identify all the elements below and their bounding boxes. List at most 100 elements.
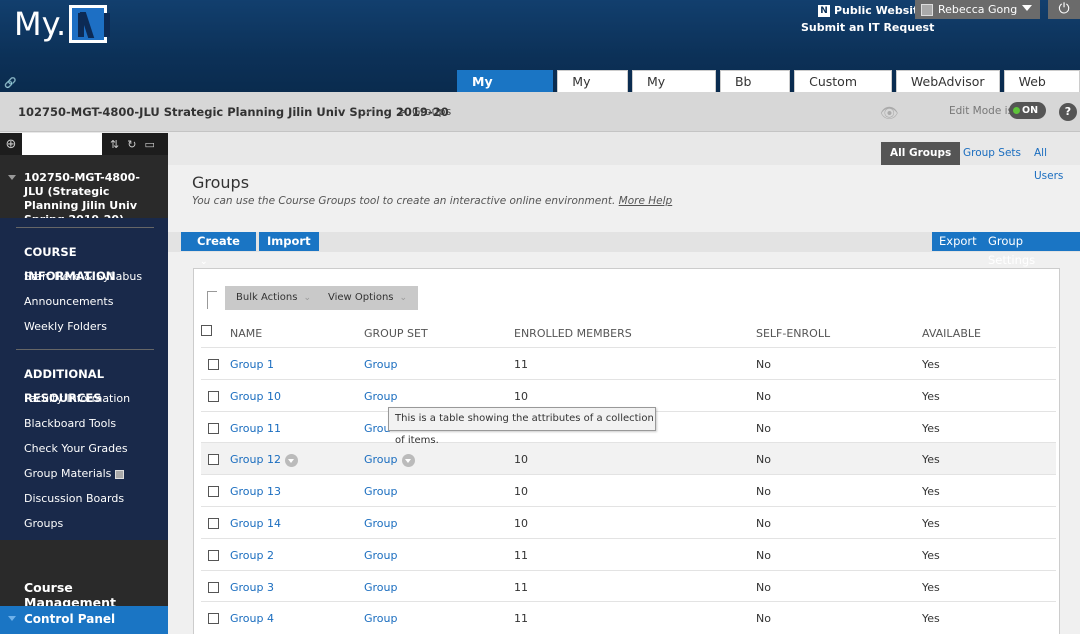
tab-my-campus[interactable]: My Campus (457, 70, 554, 111)
tab-group-sets[interactable]: Group Sets (954, 142, 1030, 165)
group-name: Group 2 (230, 548, 274, 562)
column-header-group-set[interactable]: GROUP SET (364, 327, 428, 340)
logout-power-icon[interactable]: ⏻ (1048, 0, 1080, 19)
group-name-link[interactable]: Group 11 (230, 422, 281, 435)
tab-custom-tools[interactable]: Custom Tools (794, 70, 892, 111)
import-button[interactable]: Import (259, 232, 319, 251)
add-menu-item-icon[interactable]: ⊕ (0, 137, 22, 152)
edit-mode-toggle[interactable]: ON (1009, 102, 1046, 119)
group-set-link[interactable]: Group (364, 517, 398, 530)
column-header-enrolled[interactable]: ENROLLED MEMBERS (514, 327, 632, 340)
bulk-actions-button[interactable]: Bulk Actions ⌄ (225, 286, 323, 310)
export-button[interactable]: Export (932, 232, 984, 251)
group-set: Group (364, 485, 398, 499)
group-name-link[interactable]: Group 2 (230, 549, 274, 562)
available-value: Yes (922, 421, 940, 435)
sidebar-item-announcements[interactable]: Announcements (0, 289, 168, 314)
enrolled-members: 11 (514, 358, 528, 371)
student-preview-eye-icon[interactable]: 👁 (880, 104, 899, 122)
column-header-name[interactable]: NAME (230, 327, 262, 340)
more-help-link[interactable]: More Help (619, 195, 673, 207)
sidebar-item-blackboard-tools[interactable]: Blackboard Tools (0, 411, 168, 436)
row-checkbox[interactable] (208, 422, 219, 434)
menu-filter-field[interactable] (22, 133, 102, 155)
section-course-information[interactable]: COURSE INFORMATION (0, 240, 168, 283)
self-enroll-value: No (756, 517, 771, 530)
tab-webadvisor[interactable]: WebAdvisor (895, 70, 1000, 92)
tab-my-library[interactable]: My Library (631, 70, 716, 111)
available-value: Yes (922, 612, 940, 626)
group-set-link[interactable]: Grou (364, 422, 391, 435)
group-name-link[interactable]: Group 10 (230, 390, 281, 403)
self-enroll-value: No (756, 358, 771, 371)
link-icon[interactable]: 🔗 (4, 78, 16, 89)
submit-it-request-link[interactable]: Submit an IT Request (801, 21, 934, 34)
group-set: Group (364, 548, 398, 562)
group-set-link[interactable]: Group (364, 485, 398, 498)
available-value: Yes (922, 548, 940, 562)
folder-view-icon[interactable]: ▭ (144, 138, 154, 151)
tab-all-groups[interactable]: All Groups (881, 142, 961, 165)
tab-bb-help[interactable]: Bb Help (719, 70, 791, 111)
column-header-available[interactable]: AVAILABLE (922, 327, 981, 340)
chevron-down-icon (1022, 5, 1032, 11)
group-set-link[interactable]: Group (364, 612, 398, 625)
available-value: Yes (922, 485, 940, 499)
sidebar-item-weekly-folders[interactable]: Weekly Folders (0, 314, 168, 339)
chevron-down-icon[interactable] (284, 453, 298, 467)
user-name: Rebecca Gong (938, 3, 1018, 16)
reorder-icon[interactable]: ⇅ (110, 138, 119, 151)
create-button[interactable]: Create ⌄ (181, 232, 256, 267)
row-checkbox[interactable] (208, 390, 219, 402)
tab-all-users[interactable]: All Users (1025, 142, 1080, 182)
course-menu: COURSE INFORMATION Start Here & Syllabus… (0, 218, 168, 540)
top-header: My. N Public Website Submit an IT Reques… (0, 0, 1080, 111)
group-name-link[interactable]: Group 3 (230, 581, 274, 594)
group-name-link[interactable]: Group 12 (230, 453, 298, 467)
row-checkbox[interactable] (208, 613, 219, 625)
view-options-label: View Options (328, 292, 394, 303)
chevron-down-icon[interactable] (401, 453, 415, 467)
group-name-link[interactable]: Group 1 (230, 358, 274, 371)
control-panel[interactable]: Control Panel (0, 606, 168, 634)
sidebar-item-start-here[interactable]: Start Here & Syllabus (0, 264, 168, 289)
tab-my-files[interactable]: My Files (557, 70, 628, 111)
section-additional-resources[interactable]: ADDITIONAL RESOURCES (0, 362, 168, 405)
group-settings-button[interactable]: Group Settings (981, 232, 1080, 267)
column-header-self-enroll[interactable]: SELF-ENROLL (756, 327, 830, 340)
my-logo[interactable]: My. (14, 5, 111, 43)
group-name-link[interactable]: Group 13 (230, 485, 281, 498)
sidebar-course-title[interactable]: 102750-MGT-4800-JLU (Strategic Planning … (0, 155, 168, 227)
row-checkbox[interactable] (208, 549, 219, 561)
self-enroll-value: No (756, 453, 771, 467)
chevron-down-icon[interactable]: ⌄ (362, 104, 371, 117)
public-website-link[interactable]: N Public Website (818, 4, 926, 17)
view-options-button[interactable]: View Options ⌄ (317, 286, 419, 310)
row-checkbox[interactable] (208, 359, 219, 370)
row-checkbox[interactable] (208, 581, 219, 593)
refresh-icon[interactable]: ↻ (127, 138, 136, 151)
sidebar-item-check-your-grades[interactable]: Check Your Grades (0, 436, 168, 461)
sidebar-item-groups[interactable]: Groups (0, 511, 168, 536)
sidebar-item-group-materials[interactable]: Group Materials (0, 461, 168, 486)
group-name-link[interactable]: Group 14 (230, 517, 281, 530)
group-name-link[interactable]: Group 4 (230, 612, 274, 625)
select-all-checkbox[interactable] (201, 325, 212, 336)
group-set-link[interactable]: Group (364, 581, 398, 594)
sidebar-item-discussion-boards[interactable]: Discussion Boards (0, 486, 168, 511)
group-set-link[interactable]: Group (364, 453, 415, 467)
row-checkbox[interactable] (208, 486, 219, 498)
divider (16, 227, 154, 228)
sidebar-item-faculty-information[interactable]: Faculty Information (0, 386, 168, 411)
help-icon[interactable]: ? (1059, 103, 1077, 121)
group-name: Group 1 (230, 358, 274, 371)
group-set-link[interactable]: Group (364, 390, 398, 403)
page-description-text: You can use the Course Groups tool to cr… (192, 195, 616, 207)
row-checkbox[interactable] (208, 518, 219, 529)
group-set-link[interactable]: Group (364, 358, 398, 371)
user-menu[interactable]: Rebecca Gong (915, 0, 1040, 19)
breadcrumb-course[interactable]: 102750-MGT-4800-JLU Strategic Planning J… (18, 105, 449, 119)
row-checkbox[interactable] (208, 454, 219, 466)
tab-web-mail[interactable]: Web Mail (1003, 70, 1080, 111)
group-set-link[interactable]: Group (364, 549, 398, 562)
